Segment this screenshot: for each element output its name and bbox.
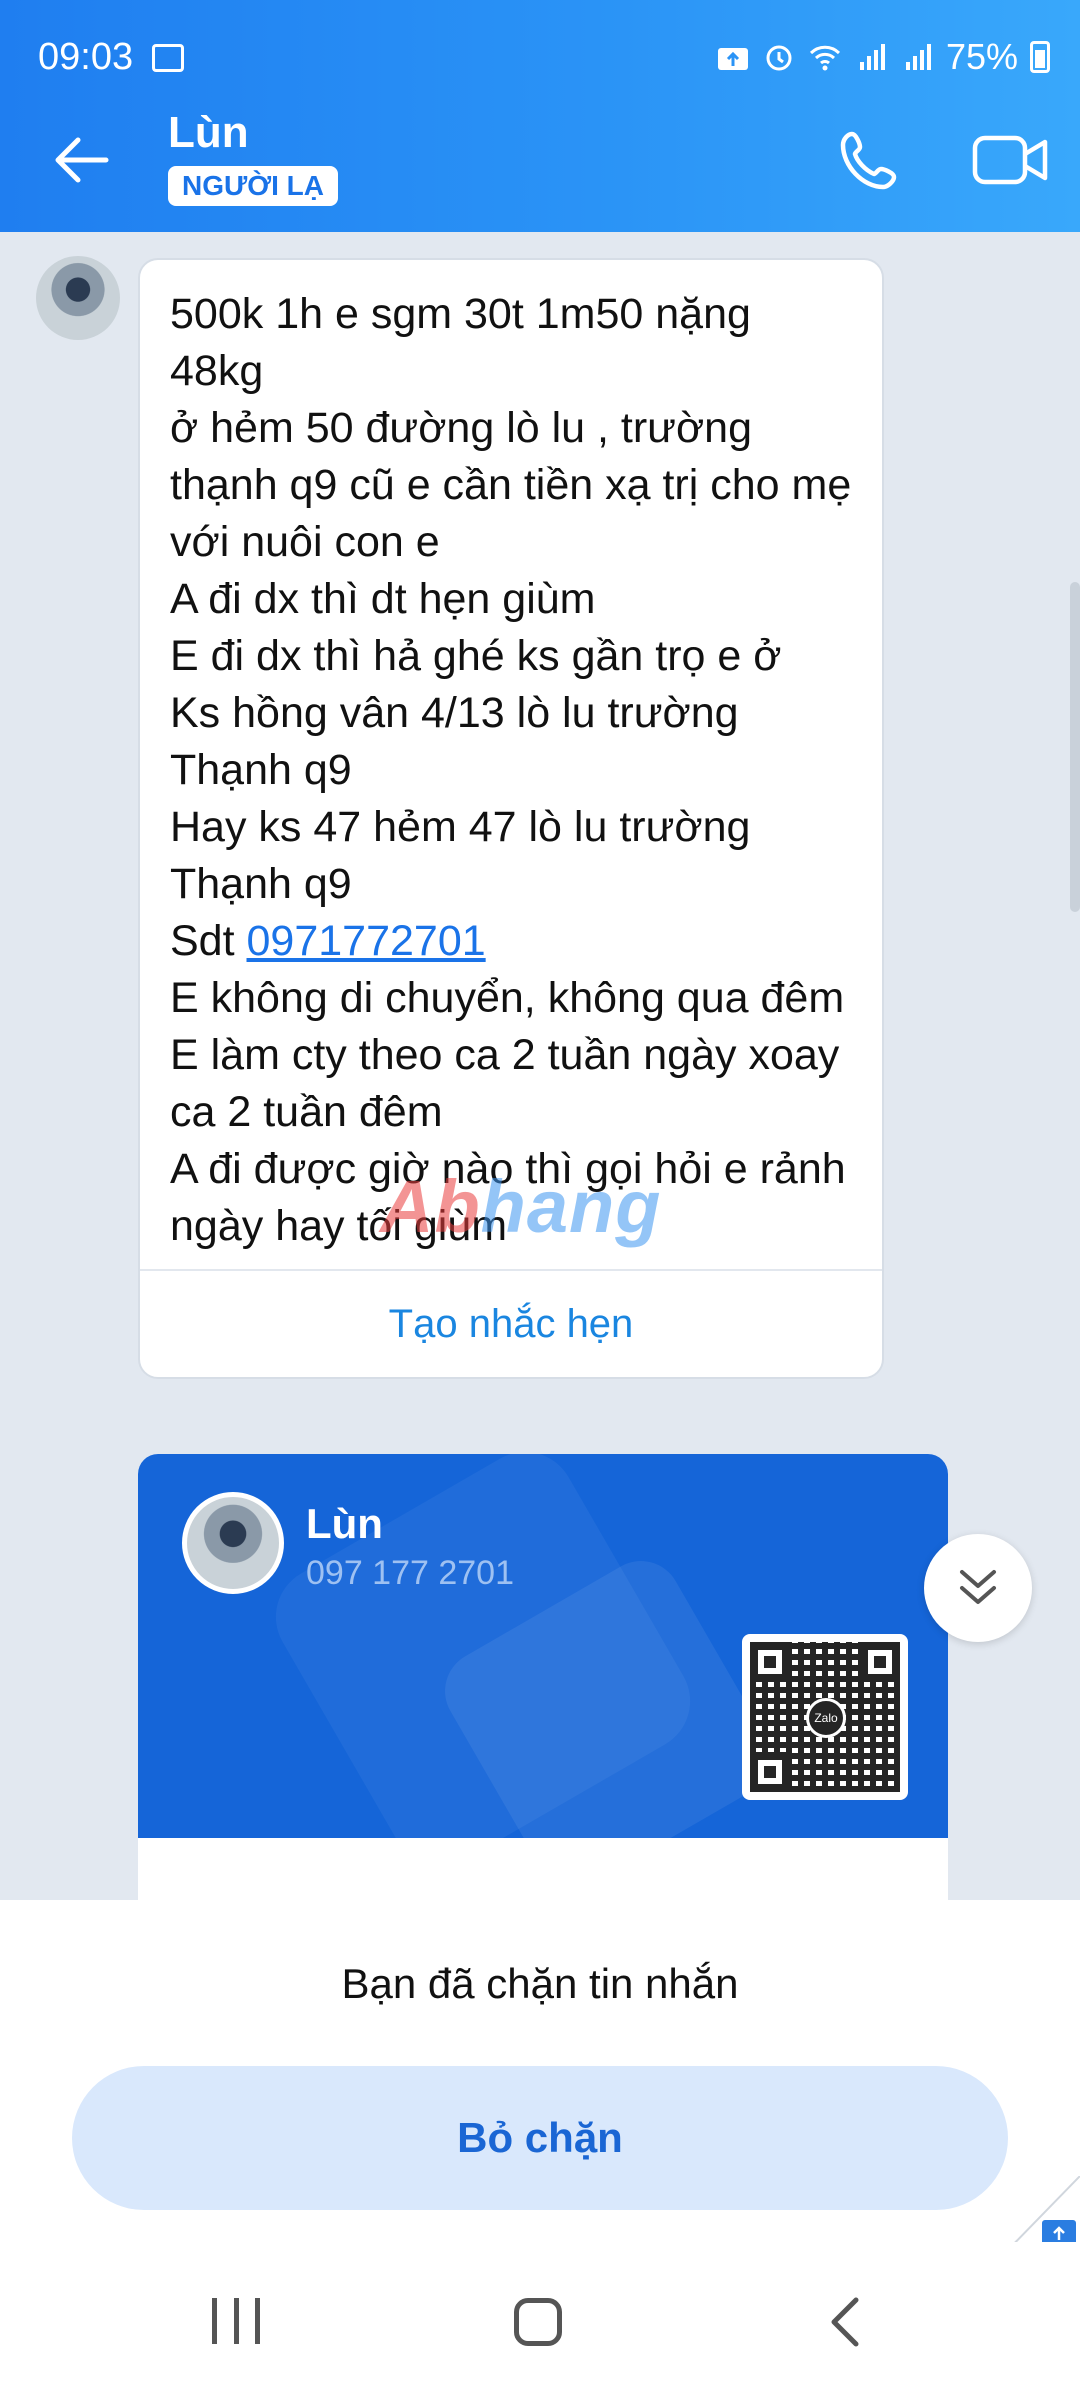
card-name: Lùn — [306, 1500, 383, 1547]
upload-notification-icon — [717, 48, 748, 70]
system-back-button[interactable] — [822, 2296, 868, 2348]
scrollbar[interactable] — [1070, 582, 1080, 912]
signal-icon-1 — [859, 44, 885, 70]
app-bar: Lùn NGƯỜI LẠ — [0, 88, 1080, 232]
video-call-button[interactable] — [966, 120, 1056, 200]
stranger-badge: NGƯỜI LẠ — [168, 166, 338, 206]
home-button[interactable] — [514, 2298, 562, 2346]
qr-finder — [750, 1752, 790, 1792]
create-reminder-button[interactable]: Tạo nhắc hẹn — [140, 1269, 882, 1377]
watermark-part-2: hang — [480, 1165, 662, 1248]
card-avatar — [182, 1492, 284, 1594]
contact-name[interactable]: Lùn — [168, 108, 249, 158]
phone-link[interactable]: 0971772701 — [247, 917, 486, 965]
phone-icon — [840, 131, 897, 190]
message-text: 500k 1h e sgm 30t 1m50 nặng 48kg ở hẻm 5… — [140, 260, 882, 1269]
back-button[interactable] — [46, 124, 118, 196]
chat-area[interactable]: 500k 1h e sgm 30t 1m50 nặng 48kg ở hẻm 5… — [0, 232, 1080, 1900]
sender-avatar[interactable] — [36, 256, 120, 340]
blocked-panel: Bạn đã chặn tin nhắn Bỏ chặn — [0, 1900, 1080, 2242]
qr-finder — [750, 1642, 790, 1682]
recents-button[interactable] — [212, 2298, 260, 2344]
contact-card[interactable]: Lùn 097 177 2701 Zalo — [138, 1454, 948, 1900]
battery-percent: 75% — [945, 36, 1018, 77]
alarm-icon — [766, 45, 792, 71]
watermark-logo: Abhang — [380, 1164, 661, 1249]
double-chevron-down-icon — [960, 1570, 996, 1604]
video-camera-icon — [972, 135, 1048, 185]
qr-code[interactable]: Zalo — [742, 1634, 908, 1800]
message-body: 500k 1h e sgm 30t 1m50 nặng 48kg ở hẻm 5… — [170, 290, 852, 965]
header: 09:03 75% Lùn NGƯỜI LẠ — [0, 0, 1080, 232]
zalo-logo: Zalo — [806, 1698, 846, 1738]
card-phone: 097 177 2701 — [306, 1554, 514, 1592]
system-nav-bar — [0, 2242, 1080, 2400]
qr-pattern: Zalo — [750, 1642, 900, 1792]
watermark-part-1: Ab — [380, 1165, 481, 1248]
call-button[interactable] — [830, 120, 910, 200]
battery-icon — [1030, 41, 1050, 73]
qr-finder — [860, 1642, 900, 1682]
status-time: 09:03 — [38, 36, 134, 78]
arrow-left-icon — [55, 137, 109, 183]
gallery-notification-icon — [152, 44, 184, 72]
blocked-message: Bạn đã chặn tin nhắn — [341, 1960, 739, 2007]
status-bar: 09:03 75% — [0, 0, 1080, 88]
status-right: 75% — [716, 36, 1050, 78]
wifi-icon — [809, 45, 840, 71]
contact-card-header: Lùn 097 177 2701 Zalo — [138, 1454, 948, 1838]
scroll-down-button[interactable] — [924, 1534, 1032, 1642]
unblock-button[interactable]: Bỏ chặn — [72, 2066, 1008, 2210]
signal-icon-2 — [905, 44, 931, 70]
